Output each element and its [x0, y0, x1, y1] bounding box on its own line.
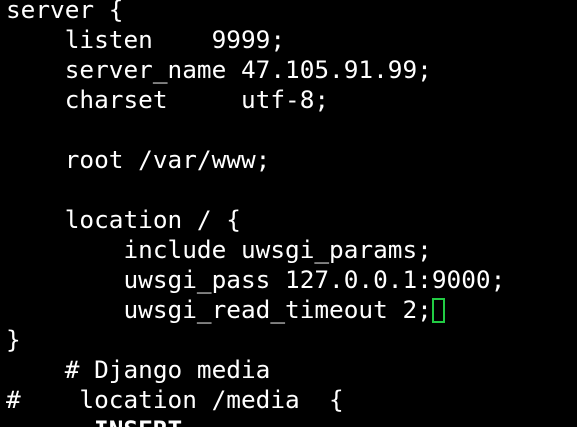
code-line: # Django media	[6, 355, 271, 384]
editor-status-bar: -- INSERT --	[50, 415, 226, 427]
code-line: server {	[6, 0, 124, 24]
code-line-current[interactable]: uwsgi_read_timeout 2;	[6, 295, 577, 325]
code-line-text: uwsgi_read_timeout 2;	[6, 295, 432, 324]
terminal-editor[interactable]: server { listen 9999; server_name 47.105…	[6, 0, 577, 415]
code-line: location / {	[6, 205, 241, 234]
code-line: # location /media {	[6, 385, 344, 414]
text-cursor	[431, 298, 445, 323]
mode-indicator: -- INSERT --	[50, 415, 226, 427]
code-line: listen 9999;	[6, 25, 286, 54]
code-line: server_name 47.105.91.99;	[6, 55, 432, 84]
code-line: }	[6, 325, 21, 354]
code-line: charset utf-8;	[6, 85, 330, 114]
code-line: root /var/www;	[6, 145, 271, 174]
code-line: include uwsgi_params;	[6, 235, 432, 264]
code-line: uwsgi_pass 127.0.0.1:9000;	[6, 265, 506, 294]
